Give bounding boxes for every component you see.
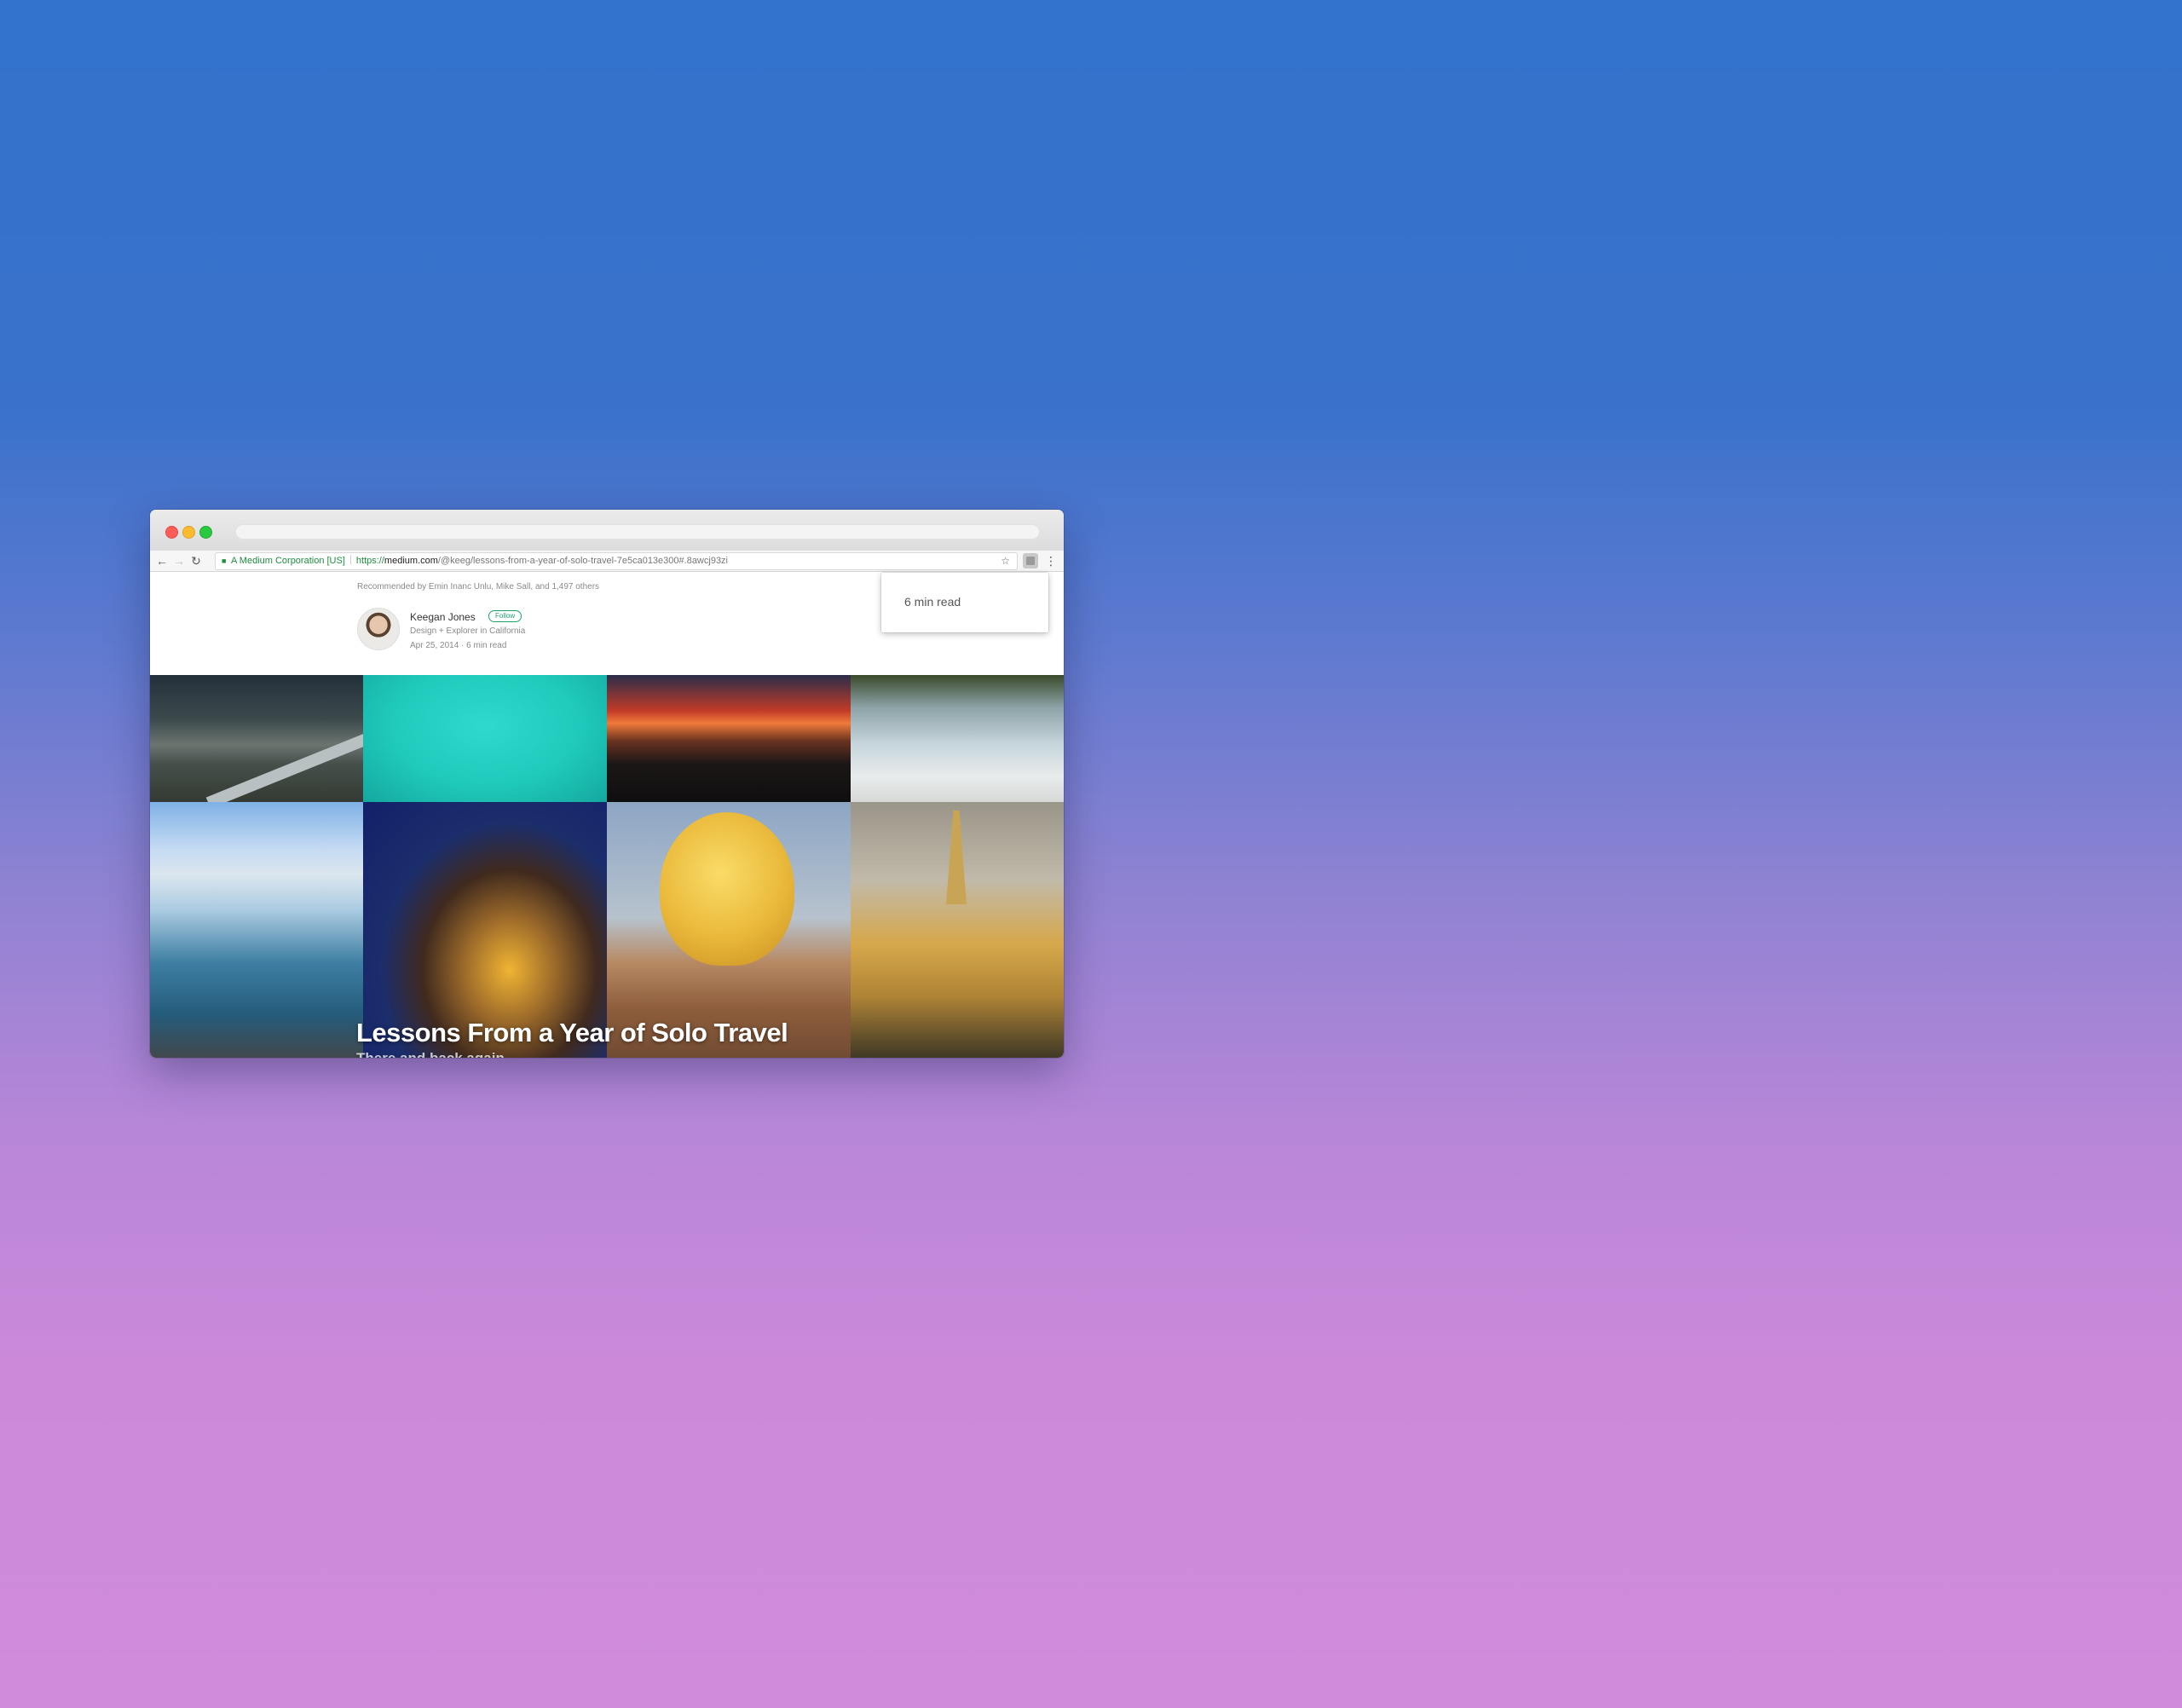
url-scheme: https:// [355,556,384,566]
title-bar [150,510,1064,551]
extension-popup: 6 min read [881,573,1048,632]
maximize-window-button[interactable] [199,526,212,539]
lake-photo [150,675,363,802]
article-subtitle: There and back again. [356,1050,509,1058]
address-bar[interactable]: ■ A Medium Corporation [US] https://medium… [215,552,1018,570]
travertine-pools-photo [851,675,1064,802]
browser-toolbar: ← → ↻ ■ A Medium Corporation [US] https://… [150,551,1064,572]
extension-button[interactable] [1023,553,1038,568]
bookmark-star-icon[interactable]: ☆ [1001,553,1010,569]
follow-button[interactable]: Follow [488,610,522,622]
back-arrow-icon[interactable]: ← [153,551,170,570]
post-date-read-time: Apr 25, 2014 · 6 min read [410,641,507,650]
page-content: Recommended by Emin Inanc Unlu, Mike Sal… [150,572,1064,1058]
read-time-text: 6 min read [904,595,961,609]
author-avatar[interactable] [357,608,400,650]
close-window-button[interactable] [165,526,178,539]
url-domain: medium.com [384,556,438,566]
author-bio: Design + Explorer in California [410,626,526,636]
glacier-lagoon-photo [150,802,363,1058]
recommended-by-text[interactable]: Recommended by Emin Inanc Unlu, Mike Sal… [357,582,599,591]
reload-icon[interactable]: ↻ [188,551,205,570]
swimmer-photo [363,675,607,802]
minimize-window-button[interactable] [182,526,195,539]
security-label: A Medium Corporation [US] [231,556,345,566]
forward-arrow-icon[interactable]: → [170,551,188,570]
lock-icon: ■ [222,557,227,565]
golden-stupa-photo [851,802,1064,1058]
sunset-beach-photo [607,675,851,802]
tab-strip[interactable] [235,524,1040,540]
url-path: /@keeg/lessons-from-a-year-of-solo-trave… [437,556,728,566]
extension-icon [1026,557,1035,565]
article-title: Lessons From a Year of Solo Travel [356,1018,788,1047]
browser-menu-icon[interactable]: ⋮ [1045,551,1057,570]
address-separator [349,555,351,564]
author-name-link[interactable]: Keegan Jones [410,611,476,623]
hero-image-grid: Lessons From a Year of Solo Travel There… [150,675,1064,1058]
